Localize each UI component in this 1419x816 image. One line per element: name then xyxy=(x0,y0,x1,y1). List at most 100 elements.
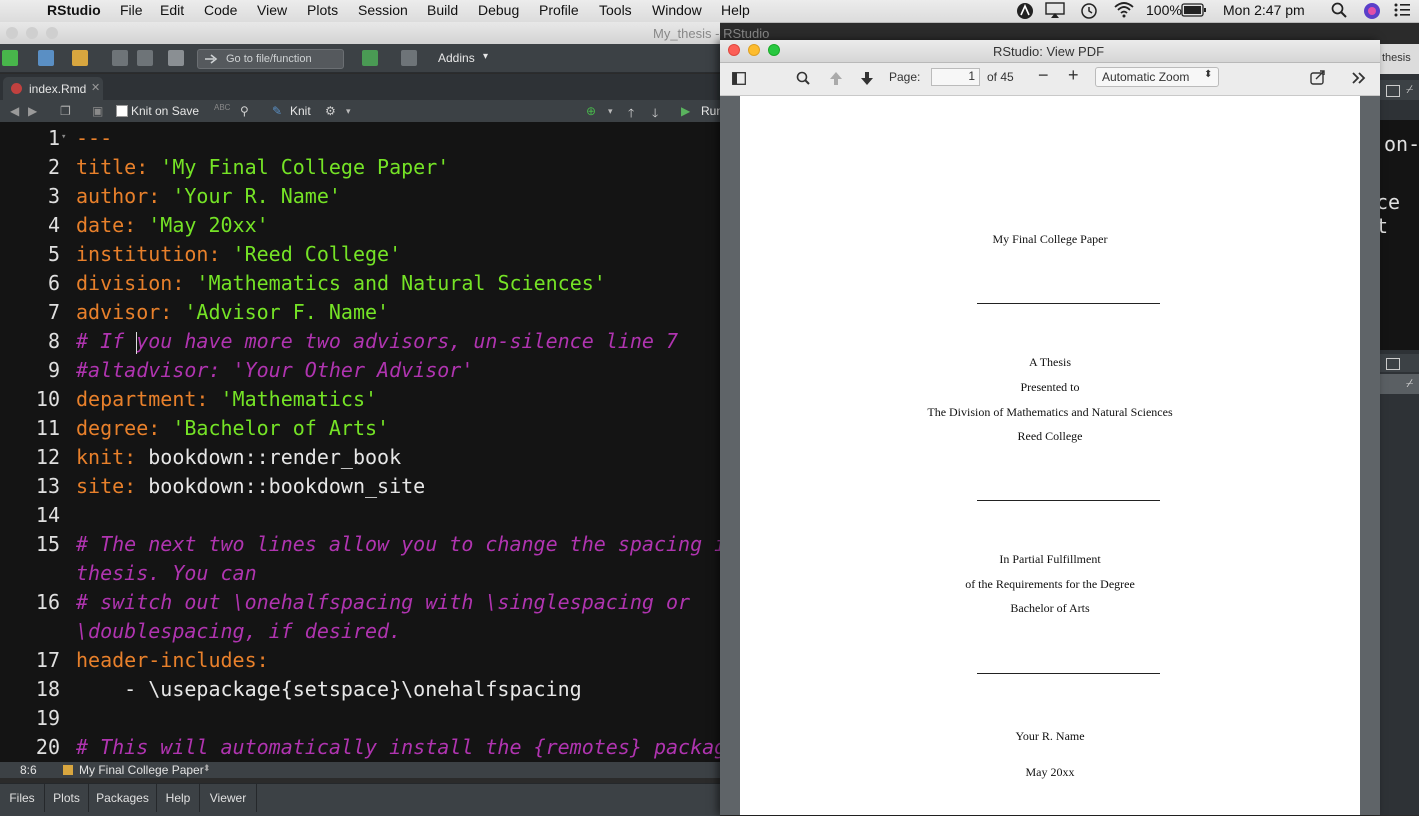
tab-viewer[interactable]: Viewer xyxy=(200,784,257,812)
broom-icon[interactable]: ⌿ xyxy=(1406,82,1413,97)
clock[interactable]: Mon 2:47 pm xyxy=(1223,2,1305,18)
print-icon[interactable] xyxy=(168,50,184,66)
notification-center-icon[interactable] xyxy=(1393,2,1411,21)
section-chevron-icon[interactable]: ⬍ xyxy=(203,763,211,774)
code-line[interactable]: - \usepackage{setspace}\onehalfspacing xyxy=(76,677,582,701)
knit-on-save-checkbox[interactable] xyxy=(116,105,128,117)
pdf-search-icon[interactable] xyxy=(796,71,810,85)
menu-file[interactable]: File xyxy=(120,2,143,18)
code-line[interactable]: knit: bookdown::render_book xyxy=(76,445,401,469)
addins-menu[interactable]: Addins xyxy=(438,51,475,65)
accessibility-icon[interactable] xyxy=(1016,2,1034,23)
spotlight-search-icon[interactable] xyxy=(1331,2,1347,21)
code-line[interactable]: degree: 'Bachelor of Arts' xyxy=(76,416,389,440)
run-icon[interactable]: ▶ xyxy=(681,104,690,118)
broom-lower-icon[interactable]: ⌿ xyxy=(1406,376,1413,391)
battery-percent[interactable]: 100% xyxy=(1146,2,1182,18)
menu-build[interactable]: Build xyxy=(427,2,458,18)
code-line[interactable]: header-includes: xyxy=(76,648,269,672)
new-file-icon[interactable] xyxy=(2,50,18,66)
code-line[interactable]: site: bookdown::bookdown_site xyxy=(76,474,425,498)
knit-button[interactable]: Knit xyxy=(290,104,311,118)
sidebar-toggle-icon[interactable] xyxy=(732,72,746,85)
go-to-file-function-input[interactable]: Go to file/function xyxy=(197,49,344,69)
siri-icon[interactable] xyxy=(1363,2,1381,23)
fold-chevron-icon[interactable]: ▾ xyxy=(61,132,66,142)
save-all-icon[interactable] xyxy=(137,50,153,66)
next-page-icon[interactable] xyxy=(860,71,874,86)
menu-help[interactable]: Help xyxy=(721,2,750,18)
forward-icon[interactable]: ▶ xyxy=(28,104,37,118)
code-line[interactable]: # If you have more two advisors, un-sile… xyxy=(76,329,678,353)
maximize-pane-icon[interactable] xyxy=(1386,85,1400,97)
settings-gear-icon[interactable]: ⚙ xyxy=(325,104,336,118)
menu-plots[interactable]: Plots xyxy=(307,2,338,18)
save-doc-icon[interactable]: ▣ xyxy=(92,104,103,118)
code-line[interactable]: --- xyxy=(76,126,112,150)
code-line[interactable]: thesis. You can xyxy=(76,561,257,585)
menu-code[interactable]: Code xyxy=(204,2,237,18)
pdf-minimize-button[interactable] xyxy=(748,44,760,56)
zoom-select[interactable]: Automatic Zoom ⬍ xyxy=(1095,67,1219,87)
menu-debug[interactable]: Debug xyxy=(478,2,519,18)
code-line[interactable]: advisor: 'Advisor F. Name' xyxy=(76,300,389,324)
right-pane-tab-label[interactable]: thesis xyxy=(1382,52,1411,64)
addins-chevron-down-icon[interactable]: ▾ xyxy=(483,51,488,62)
wifi-icon[interactable] xyxy=(1114,2,1134,21)
menu-view[interactable]: View xyxy=(257,2,287,18)
insert-chunk-icon[interactable]: ⊕ xyxy=(586,104,596,118)
menu-edit[interactable]: Edit xyxy=(160,2,184,18)
code-editor[interactable]: 1 --- 2 title: 'My Final College Paper' 3 aut… xyxy=(0,122,720,762)
code-line[interactable]: department: 'Mathematics' xyxy=(76,387,377,411)
menu-profile[interactable]: Profile xyxy=(539,2,579,18)
save-icon[interactable] xyxy=(112,50,128,66)
rstudio-zoom-button[interactable] xyxy=(46,27,58,39)
page-number-input[interactable]: 1 xyxy=(931,68,980,86)
code-line[interactable]: # This will automatically install the {r… xyxy=(76,735,720,759)
code-line[interactable]: title: 'My Final College Paper' xyxy=(76,155,449,179)
menu-session[interactable]: Session xyxy=(358,2,408,18)
battery-icon[interactable] xyxy=(1181,2,1207,21)
airplay-icon[interactable] xyxy=(1045,2,1065,22)
app-menu[interactable]: RStudio xyxy=(47,2,101,18)
zoom-out-icon[interactable]: − xyxy=(1038,65,1049,86)
back-icon[interactable]: ◀ xyxy=(10,104,19,118)
menu-tools[interactable]: Tools xyxy=(599,2,632,18)
tab-packages[interactable]: Packages xyxy=(89,784,157,812)
spellcheck-icon[interactable]: ABC xyxy=(214,103,230,112)
open-file-icon[interactable] xyxy=(72,50,88,66)
code-line[interactable]: institution: 'Reed College' xyxy=(76,242,401,266)
find-replace-icon[interactable]: ⚲ xyxy=(240,104,249,118)
section-navigator[interactable]: My Final College Paper xyxy=(79,763,204,777)
code-line[interactable]: date: 'May 20xx' xyxy=(76,213,269,237)
git-icon[interactable] xyxy=(362,50,378,66)
pdf-close-button[interactable] xyxy=(728,44,740,56)
code-line[interactable]: # switch out \onehalfspacing with \singl… xyxy=(76,590,690,614)
code-line[interactable]: \doublespacing, if desired. xyxy=(76,619,401,643)
insert-chunk-chevron-icon[interactable]: ▾ xyxy=(608,106,613,117)
code-line[interactable]: #altadvisor: 'Your Other Advisor' xyxy=(76,358,473,382)
code-line[interactable]: # The next two lines allow you to change… xyxy=(76,532,720,556)
knit-icon[interactable]: ✎ xyxy=(272,104,282,118)
tab-files[interactable]: Files xyxy=(0,784,45,812)
rstudio-minimize-button[interactable] xyxy=(26,27,38,39)
tools-menu-icon[interactable] xyxy=(1352,71,1366,85)
previous-page-icon[interactable] xyxy=(829,71,843,86)
zoom-in-icon[interactable]: + xyxy=(1068,65,1079,86)
tab-plots[interactable]: Plots xyxy=(45,784,89,812)
rstudio-close-button[interactable] xyxy=(6,27,18,39)
workspace-panes-icon[interactable] xyxy=(401,50,417,66)
show-in-window-icon[interactable]: ❐ xyxy=(60,104,71,118)
pdf-viewport[interactable]: My Final College Paper A Thesis Presente… xyxy=(720,96,1380,815)
settings-chevron-down-icon[interactable]: ▾ xyxy=(346,106,351,117)
menu-window[interactable]: Window xyxy=(652,2,702,18)
right-pane-console[interactable]: on- ce t xyxy=(1376,120,1419,350)
maximize-lower-pane-icon[interactable] xyxy=(1386,358,1400,370)
close-tab-icon[interactable]: ✕ xyxy=(91,81,100,94)
time-machine-icon[interactable] xyxy=(1080,2,1098,23)
new-project-icon[interactable] xyxy=(38,50,54,66)
tab-help[interactable]: Help xyxy=(157,784,200,812)
presentation-mode-icon[interactable] xyxy=(1310,70,1326,86)
code-line[interactable]: division: 'Mathematics and Natural Scien… xyxy=(76,271,606,295)
pdf-zoom-button[interactable] xyxy=(768,44,780,56)
